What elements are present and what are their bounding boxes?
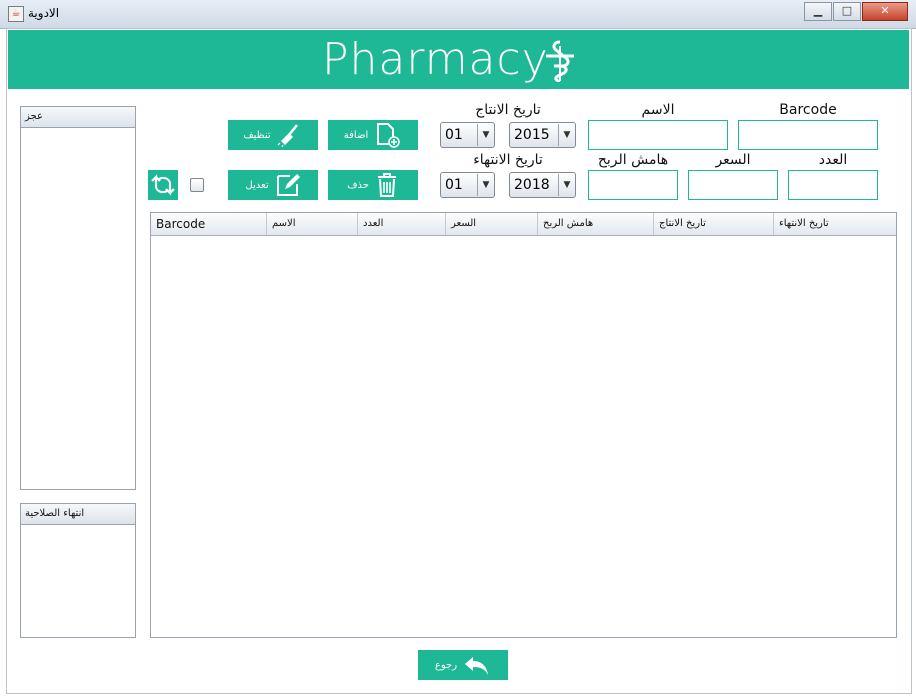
delete-button[interactable]: حذف bbox=[328, 170, 418, 200]
name-label: الاسم bbox=[641, 102, 675, 118]
medicines-table[interactable]: Barcode الاسم العدد السعر هامش الربح تار… bbox=[150, 212, 897, 638]
shortage-list-header: عجز bbox=[21, 107, 135, 128]
window-titlebar: ☕ الادوية ▁ □ ✕ bbox=[0, 0, 916, 29]
column-header-name[interactable]: الاسم bbox=[267, 213, 358, 235]
chevron-down-icon[interactable]: ▼ bbox=[558, 174, 575, 196]
clear-button[interactable]: تنظيف bbox=[228, 120, 318, 150]
column-header-profit-margin[interactable]: هامش الربح bbox=[538, 213, 654, 235]
expiry-list-panel[interactable]: انتهاء الصلاحية bbox=[20, 503, 136, 638]
profit-margin-label: هامش الربح bbox=[597, 152, 669, 168]
back-button[interactable]: رجوع bbox=[418, 650, 508, 680]
column-header-expiry-date[interactable]: تاريخ الانتهاء bbox=[774, 213, 894, 235]
caduceus-icon bbox=[546, 40, 574, 82]
add-file-icon bbox=[377, 123, 400, 148]
app-title: Pharmacy bbox=[322, 34, 549, 85]
edit-button[interactable]: تعديل bbox=[228, 170, 318, 200]
production-month-select[interactable]: 01 ▼ bbox=[440, 122, 495, 148]
table-header: Barcode الاسم العدد السعر هامش الربح تار… bbox=[151, 213, 896, 236]
expiry-month-value: 01 bbox=[445, 177, 463, 193]
column-header-production-date[interactable]: تاريخ الانتاج bbox=[654, 213, 774, 235]
window-title: الادوية bbox=[28, 6, 60, 20]
refresh-icon bbox=[151, 174, 175, 196]
trash-icon bbox=[377, 173, 396, 197]
chevron-down-icon[interactable]: ▼ bbox=[477, 174, 494, 196]
barcode-label: Barcode bbox=[779, 102, 837, 118]
minimize-button[interactable]: ▁ bbox=[804, 2, 832, 21]
production-month-value: 01 bbox=[445, 127, 463, 143]
expiry-year-select[interactable]: 2018 ▼ bbox=[509, 172, 576, 198]
name-input[interactable] bbox=[588, 120, 728, 150]
chevron-down-icon[interactable]: ▼ bbox=[558, 124, 575, 146]
add-button[interactable]: اضافة bbox=[328, 120, 418, 150]
profit-margin-input[interactable] bbox=[588, 170, 678, 200]
refresh-button[interactable] bbox=[148, 170, 178, 200]
edit-button-label: تعديل bbox=[245, 179, 269, 191]
column-header-price[interactable]: السعر bbox=[446, 213, 538, 235]
expiry-year-value: 2018 bbox=[514, 177, 550, 193]
add-button-label: اضافة bbox=[343, 129, 369, 141]
shortage-list-panel[interactable]: عجز bbox=[20, 106, 136, 490]
production-date-label: تاريخ الانتاج bbox=[475, 102, 541, 118]
expiry-month-select[interactable]: 01 ▼ bbox=[440, 172, 495, 198]
column-header-quantity[interactable]: العدد bbox=[358, 213, 446, 235]
barcode-input[interactable] bbox=[738, 120, 878, 150]
delete-button-label: حذف bbox=[347, 179, 369, 191]
edit-icon bbox=[276, 174, 300, 196]
window-controls: ▁ □ ✕ bbox=[803, 2, 908, 21]
java-app-icon: ☕ bbox=[8, 6, 24, 22]
expiry-list-header: انتهاء الصلاحية bbox=[21, 504, 135, 525]
quantity-label: العدد bbox=[818, 152, 848, 168]
expiry-date-label: تاريخ الانتهاء bbox=[473, 152, 543, 168]
back-arrow-icon bbox=[465, 657, 489, 675]
quantity-input[interactable] bbox=[788, 170, 878, 200]
close-button[interactable]: ✕ bbox=[862, 2, 908, 21]
production-year-select[interactable]: 2015 ▼ bbox=[509, 122, 576, 148]
chevron-down-icon[interactable]: ▼ bbox=[477, 124, 494, 146]
production-year-value: 2015 bbox=[514, 127, 550, 143]
maximize-button[interactable]: □ bbox=[833, 2, 861, 21]
clear-button-label: تنظيف bbox=[243, 129, 271, 141]
back-button-label: رجوع bbox=[434, 659, 458, 671]
price-input[interactable] bbox=[688, 170, 778, 200]
price-label: السعر bbox=[715, 152, 751, 168]
broom-icon bbox=[277, 124, 298, 147]
column-header-barcode[interactable]: Barcode bbox=[151, 213, 267, 235]
filter-checkbox[interactable] bbox=[190, 178, 204, 192]
